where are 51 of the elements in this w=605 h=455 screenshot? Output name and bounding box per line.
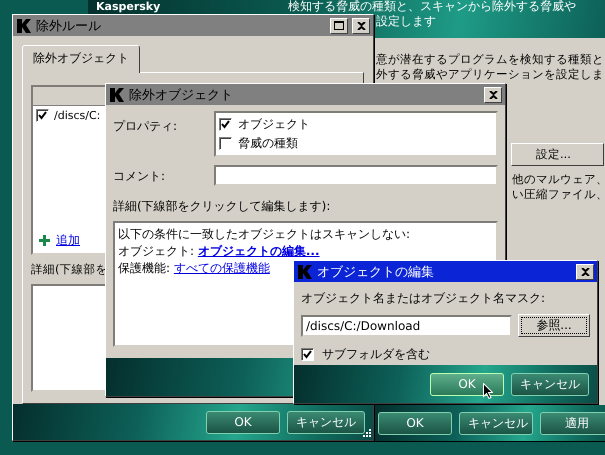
logo-icon (16, 18, 32, 34)
close-icon (356, 22, 366, 30)
close-button[interactable] (576, 264, 594, 280)
dialog-button[interactable]: OK (378, 412, 452, 434)
logo-icon (109, 86, 125, 102)
browse-button[interactable]: 参照... (518, 314, 590, 337)
object-name-field[interactable]: /discs/C:/Download (301, 314, 512, 336)
field-label: オブジェクト名またはオブジェクト名マスク: (301, 290, 546, 307)
checkbox[interactable] (301, 348, 314, 361)
header-text: 検知する脅威の種類と、スキャンから除外する脅威や (288, 0, 576, 14)
brand-text: Kaspersky (96, 0, 160, 13)
description-text: 外する脅威やアプリケーションを設定しま (376, 67, 605, 82)
dialog-button[interactable]: キャンセル (287, 410, 365, 434)
close-icon (580, 268, 590, 276)
window-title: 除外ルール (36, 18, 102, 34)
window-title: オブジェクトの編集 (317, 264, 435, 280)
resize-grip-icon[interactable] (361, 428, 371, 438)
plus-icon (39, 235, 50, 246)
dialog-button[interactable]: OK (206, 410, 280, 434)
maximize-button[interactable] (330, 18, 348, 34)
field-label: コメント: (113, 168, 166, 185)
edit-link[interactable]: オブジェクトの編集... (198, 244, 320, 258)
list-item[interactable]: /discs/C: (54, 109, 100, 122)
close-button[interactable] (352, 18, 370, 34)
checkbox-label: 脅威の種類 (238, 135, 298, 152)
logo-icon (297, 264, 313, 280)
edit-link[interactable]: すべての保護機能 (174, 261, 270, 275)
maximize-icon (334, 21, 344, 30)
details-label: 詳細(下線部を (31, 262, 108, 277)
details-text: オブジェクト: (118, 244, 194, 258)
checkbox-label: サブフォルダを含む (322, 346, 430, 363)
dialog-button[interactable]: 適用 (540, 412, 605, 434)
field-label: プロパティ: (113, 118, 178, 135)
details-text: 保護機能: (118, 261, 170, 275)
window-title: 除外オブジェクト (129, 86, 234, 104)
dialog-button[interactable]: キャンセル (511, 372, 589, 396)
details-label: 詳細(下線部をクリックして編集します): (113, 198, 332, 215)
description-text: い圧縮ファイル、 (512, 187, 605, 202)
mouse-pointer-icon (483, 382, 493, 398)
description-text: 他のマルウェア、 (512, 172, 605, 187)
settings-button[interactable]: 設定... (511, 143, 604, 166)
comment-field[interactable] (214, 165, 498, 186)
header-text: 設定します (376, 14, 437, 29)
checkbox-label: オブジェクト (238, 116, 310, 133)
details-text: 以下の条件に一致したオブジェクトはスキャンしない: (118, 226, 412, 243)
dialog-button[interactable]: キャンセル (459, 412, 533, 434)
close-icon (488, 90, 498, 98)
tab[interactable]: 除外オブジェクト (22, 45, 140, 73)
close-button[interactable] (484, 86, 502, 102)
add-link[interactable]: 追加 (56, 232, 80, 249)
description-text: 意が潜在するプログラムを検知する種類と (376, 52, 605, 67)
